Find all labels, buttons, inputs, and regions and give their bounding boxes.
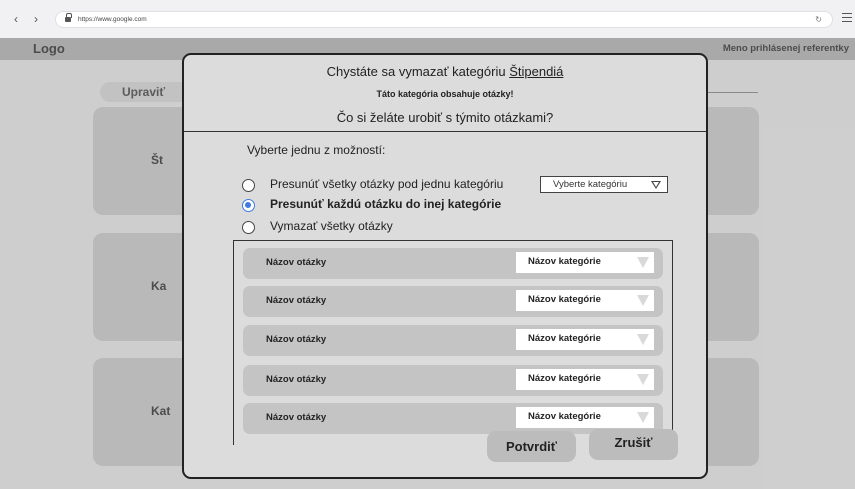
chevron-down-icon xyxy=(651,181,661,189)
radio-button[interactable] xyxy=(242,221,255,234)
dialog-divider xyxy=(184,131,706,132)
dialog-question: Čo si želáte urobiť s týmito otázkami? xyxy=(336,110,554,125)
question-category-value: Názov kategórie xyxy=(528,333,601,344)
question-name: Názov otázky xyxy=(266,334,327,345)
question-category-select[interactable]: Názov kategórie xyxy=(516,329,654,350)
address-bar[interactable]: https://www.google.com ↻ xyxy=(55,11,833,28)
question-list[interactable]: Názov otázky Názov kategórie Názov otázk… xyxy=(233,240,673,445)
question-name: Názov otázky xyxy=(266,257,327,268)
question-name: Názov otázky xyxy=(266,412,327,423)
chevron-down-icon xyxy=(637,295,649,306)
cancel-button[interactable]: Zrušiť xyxy=(589,429,678,460)
question-row: Názov otázky Názov kategórie xyxy=(243,325,663,356)
question-category-select[interactable]: Názov kategórie xyxy=(516,252,654,273)
category-select-value: Vyberte kategóriu xyxy=(553,179,628,190)
question-name: Názov otázky xyxy=(266,374,327,385)
choose-label: Vyberte jednu z možností: xyxy=(247,143,386,157)
dialog-warning: Táto kategória obsahuje otázky! xyxy=(376,89,514,99)
radio-button-checked[interactable] xyxy=(242,199,255,212)
question-row: Názov otázky Názov kategórie xyxy=(243,286,663,317)
browser-toolbar: ‹ › https://www.google.com ↻ xyxy=(0,0,855,38)
option-label: Presunúť všetky otázky pod jednu kategór… xyxy=(270,177,504,191)
delete-category-dialog: Chystáte sa vymazať kategóriu Štipendiá … xyxy=(182,53,708,479)
question-row: Názov otázky Názov kategórie xyxy=(243,365,663,396)
question-row: Názov otázky Názov kategórie xyxy=(243,248,663,279)
question-category-value: Názov kategórie xyxy=(528,373,601,384)
option-label: Presunúť každú otázku do inej kategórie xyxy=(270,197,502,211)
chevron-down-icon xyxy=(637,257,649,268)
question-category-value: Názov kategórie xyxy=(528,256,601,267)
option-label: Vymazať všetky otázky xyxy=(270,219,393,233)
dialog-title: Chystáte sa vymazať kategóriu Štipendiá xyxy=(184,64,706,79)
address-text: https://www.google.com xyxy=(78,16,147,23)
chevron-down-icon xyxy=(637,374,649,385)
chevron-down-icon xyxy=(637,412,649,423)
chevron-right-icon[interactable]: › xyxy=(30,12,42,26)
dialog-title-category: Štipendiá xyxy=(509,64,564,79)
radio-button[interactable] xyxy=(242,179,255,192)
question-category-value: Názov kategórie xyxy=(528,411,601,422)
category-select[interactable]: Vyberte kategóriu xyxy=(540,176,668,193)
question-category-value: Názov kategórie xyxy=(528,294,601,305)
dialog-title-prefix: Chystáte sa vymazať kategóriu xyxy=(326,64,510,79)
question-category-select[interactable]: Názov kategórie xyxy=(516,369,654,390)
chevron-down-icon xyxy=(637,334,649,345)
question-name: Názov otázky xyxy=(266,295,327,306)
chevron-left-icon[interactable]: ‹ xyxy=(10,12,22,26)
confirm-button[interactable]: Potvrdiť xyxy=(487,431,576,462)
question-category-select[interactable]: Názov kategórie xyxy=(516,407,654,428)
lock-icon xyxy=(65,13,72,23)
question-category-select[interactable]: Názov kategórie xyxy=(516,290,654,311)
reload-icon[interactable]: ↻ xyxy=(815,14,822,26)
hamburger-menu-icon[interactable] xyxy=(842,13,852,22)
